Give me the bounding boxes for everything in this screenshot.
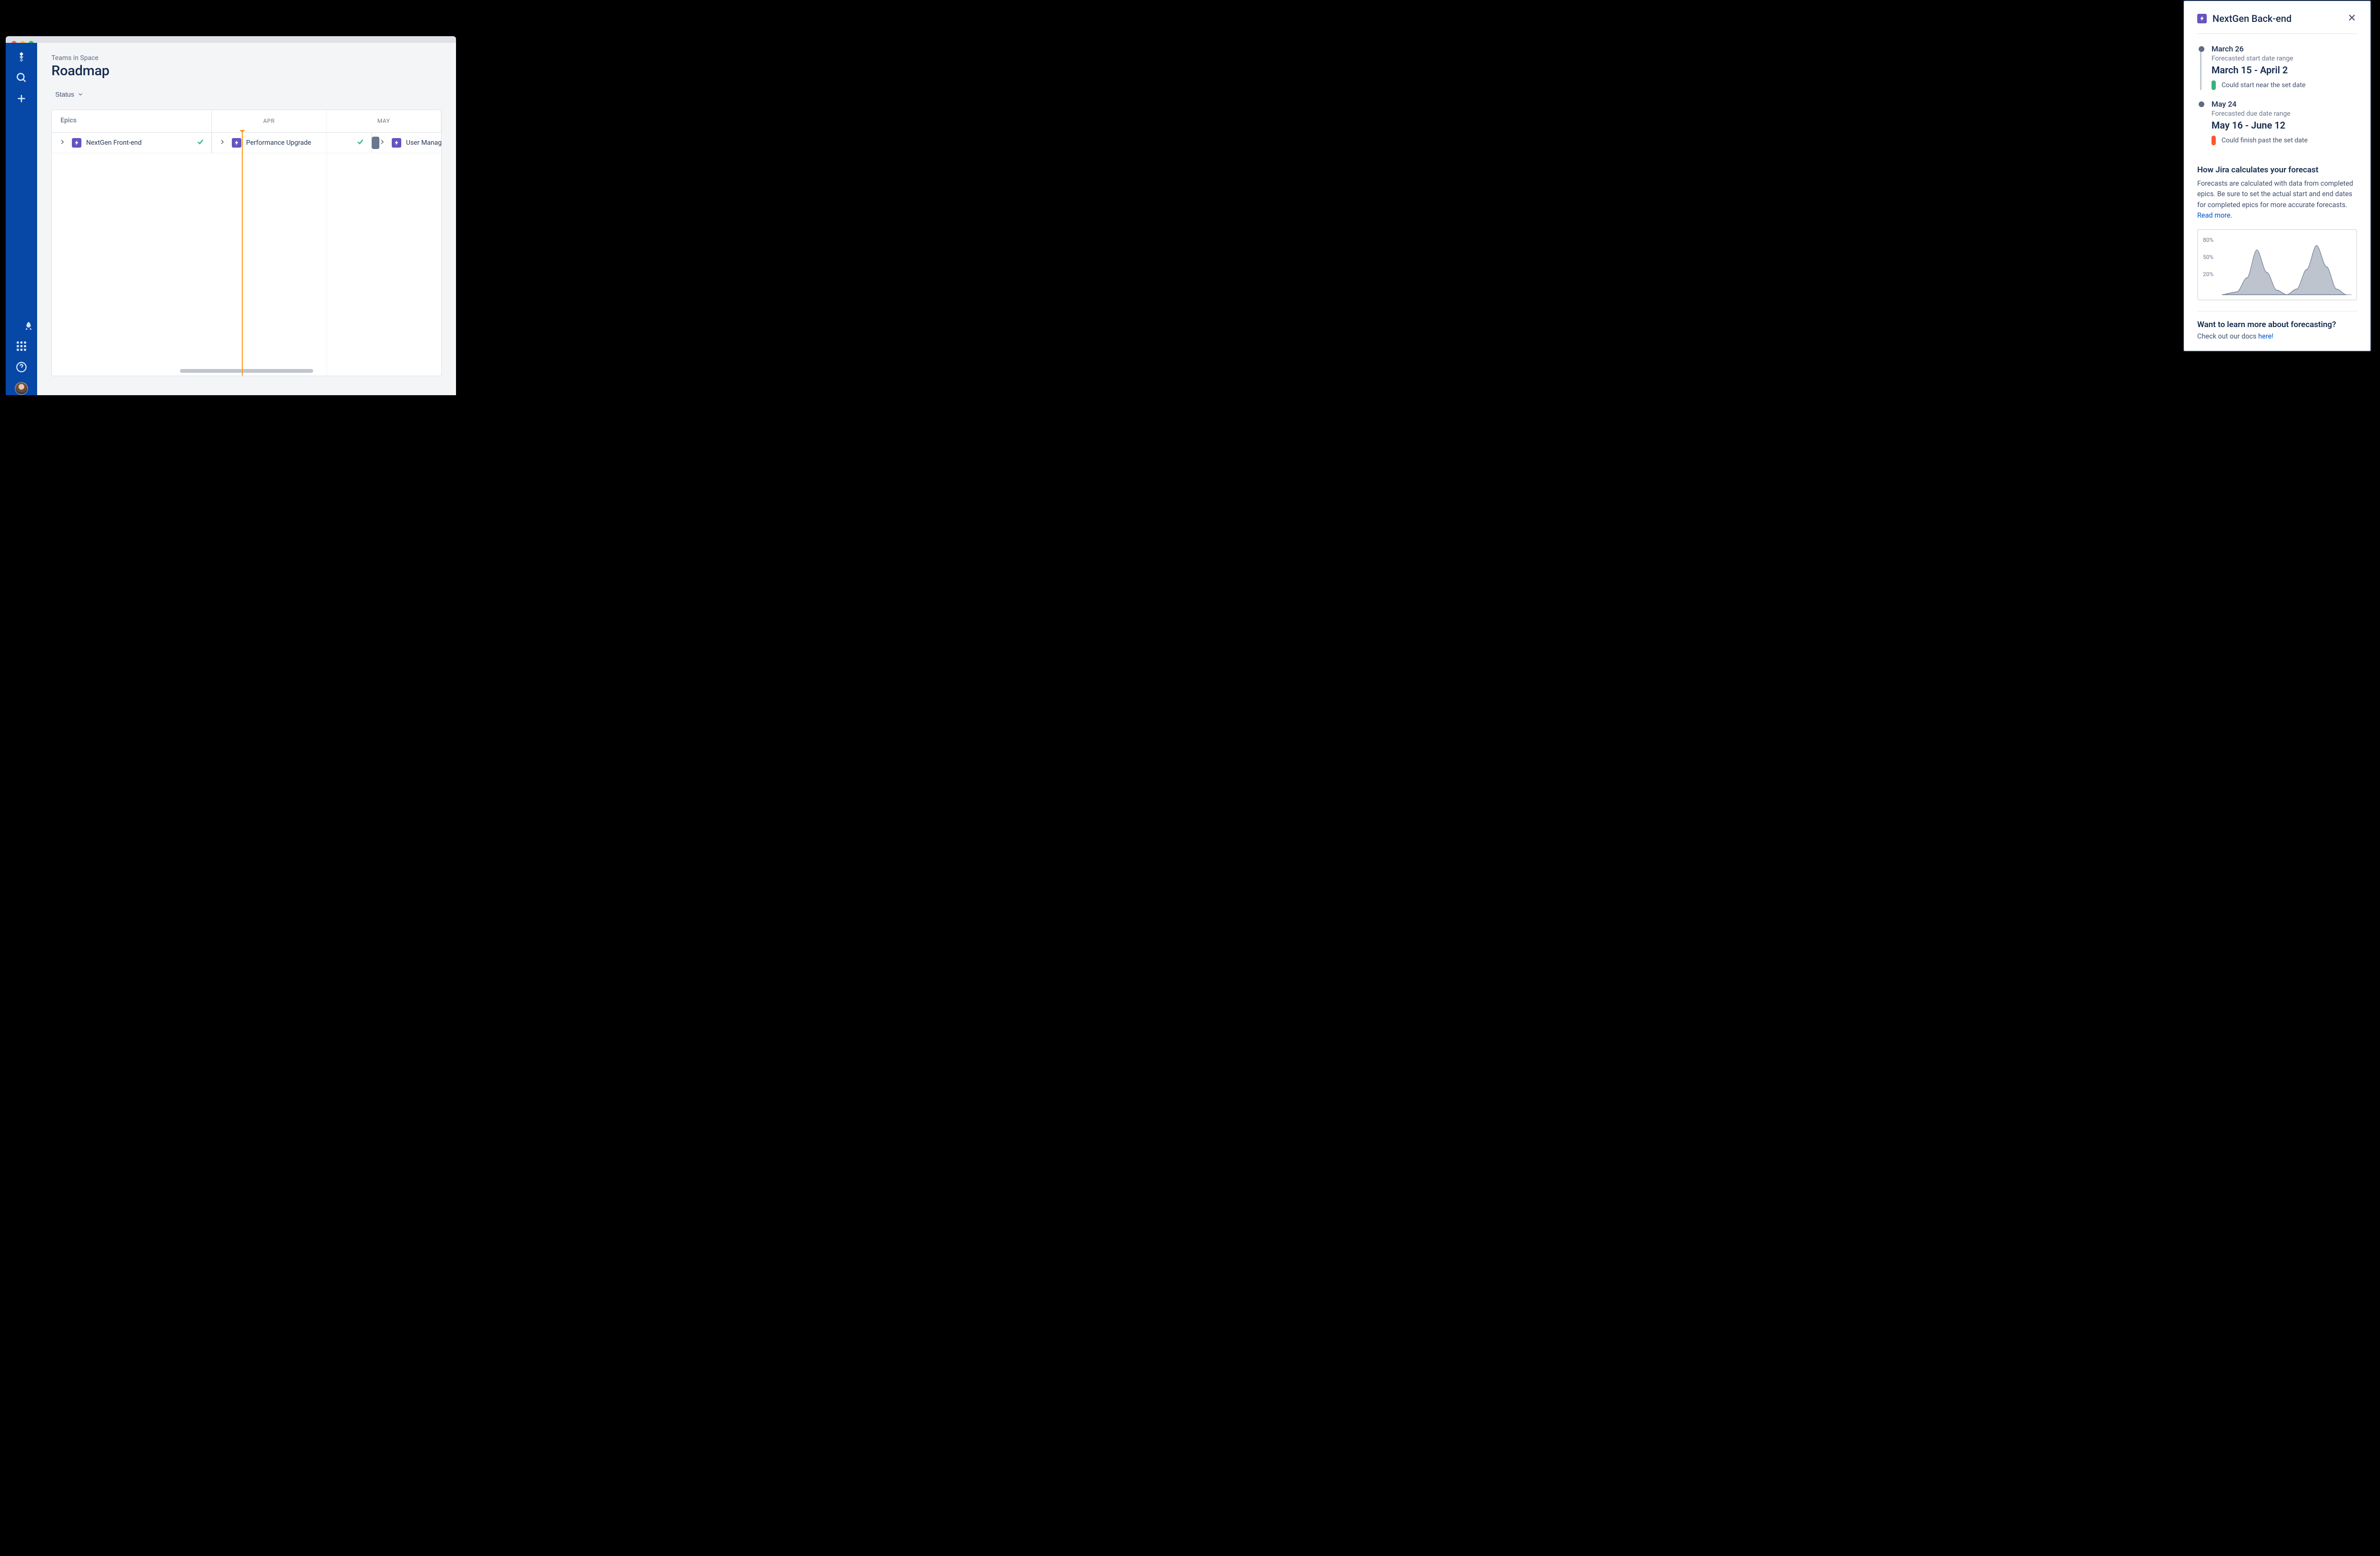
how-body: Forecasts are calculated with data from …	[2197, 179, 2357, 221]
help-icon[interactable]	[15, 361, 28, 375]
epic-icon	[72, 138, 81, 148]
done-check-icon	[196, 138, 205, 148]
panel-title: NextGen Back-end	[2212, 13, 2291, 24]
epic-forecast-panel: NextGen Back-end March 26 Forecasted sta…	[2183, 0, 2371, 352]
ytick-80: 80%	[2203, 237, 2213, 243]
start-date: March 26	[2211, 44, 2357, 53]
roadmap-gantt: Epics APR MAY NextGen Front-end	[51, 110, 442, 376]
learn-body: Check out our docs here!	[2197, 332, 2357, 340]
status-pill-green	[2211, 80, 2216, 90]
how-title: How Jira calculates your forecast	[2197, 165, 2357, 175]
month-may: MAY	[327, 110, 441, 132]
learn-link[interactable]: here!	[2258, 332, 2273, 340]
epic-row[interactable]: User Management	[372, 133, 442, 153]
ytick-20: 20%	[2203, 271, 2213, 278]
epic-icon	[392, 138, 401, 148]
learn-title: Want to learn more about forecasting?	[2197, 320, 2357, 329]
start-sub: Forecasted start date range	[2211, 55, 2357, 62]
apps-icon[interactable]	[15, 340, 28, 354]
done-check-icon	[356, 138, 365, 148]
global-nav	[6, 43, 37, 395]
month-apr: APR	[212, 110, 327, 132]
expand-icon[interactable]	[378, 138, 387, 148]
forecast-start-node: March 26 Forecasted start date range Mar…	[2198, 44, 2357, 90]
forecast-timeline: March 26 Forecasted start date range Mar…	[2197, 34, 2357, 157]
forecast-end-node: May 24 Forecasted due date range May 16 …	[2198, 100, 2357, 145]
expand-icon[interactable]	[218, 138, 227, 148]
epic-name: Performance Upgrade	[246, 139, 311, 147]
start-range: March 15 - April 2	[2211, 64, 2357, 76]
titlebar	[6, 36, 456, 43]
search-icon[interactable]	[15, 71, 28, 86]
learn-body-text: Check out our docs	[2197, 332, 2258, 340]
breadcrumb[interactable]: Teams in Space	[51, 54, 442, 62]
notifications-icon[interactable]	[9, 319, 34, 333]
status-filter-label: Status	[55, 90, 74, 98]
product-logo-icon[interactable]	[15, 50, 28, 65]
ytick-50: 50%	[2203, 254, 2213, 260]
timeline-header: APR MAY	[212, 110, 441, 132]
gantt-bar[interactable]	[372, 137, 379, 149]
epic-row[interactable]: NextGen Front-end	[52, 133, 212, 153]
read-more-link[interactable]: Read more.	[2197, 211, 2232, 219]
start-status-text: Could start near the set date	[2221, 81, 2306, 89]
page-title: Roadmap	[51, 63, 442, 79]
epic-row[interactable]: Performance Upgrade	[212, 133, 372, 153]
how-body-text: Forecasts are calculated with data from …	[2197, 180, 2353, 209]
main-content: Teams in Space Roadmap Status Epics APR …	[37, 43, 456, 395]
chevron-down-icon	[77, 91, 84, 98]
epic-name: User Management	[406, 139, 442, 147]
create-icon[interactable]	[15, 92, 28, 107]
expand-icon[interactable]	[59, 138, 67, 148]
gantt-horizontal-scrollbar[interactable]	[180, 369, 313, 373]
app-window: Teams in Space Roadmap Status Epics APR …	[6, 36, 456, 395]
status-pill-red	[2211, 136, 2216, 145]
epics-column-header: Epics	[52, 110, 212, 132]
status-filter[interactable]: Status	[51, 88, 88, 101]
close-icon[interactable]	[2347, 12, 2357, 25]
forecast-distribution-chart: 80% 50% 20%	[2197, 229, 2357, 300]
end-date: May 24	[2211, 100, 2357, 109]
user-avatar[interactable]	[15, 382, 28, 395]
end-status-text: Could finish past the set date	[2221, 137, 2308, 144]
epic-name: NextGen Front-end	[86, 139, 141, 147]
epic-icon	[2197, 14, 2207, 23]
end-range: May 16 - June 12	[2211, 120, 2357, 131]
epic-icon	[232, 138, 241, 148]
end-sub: Forecasted due date range	[2211, 110, 2357, 118]
